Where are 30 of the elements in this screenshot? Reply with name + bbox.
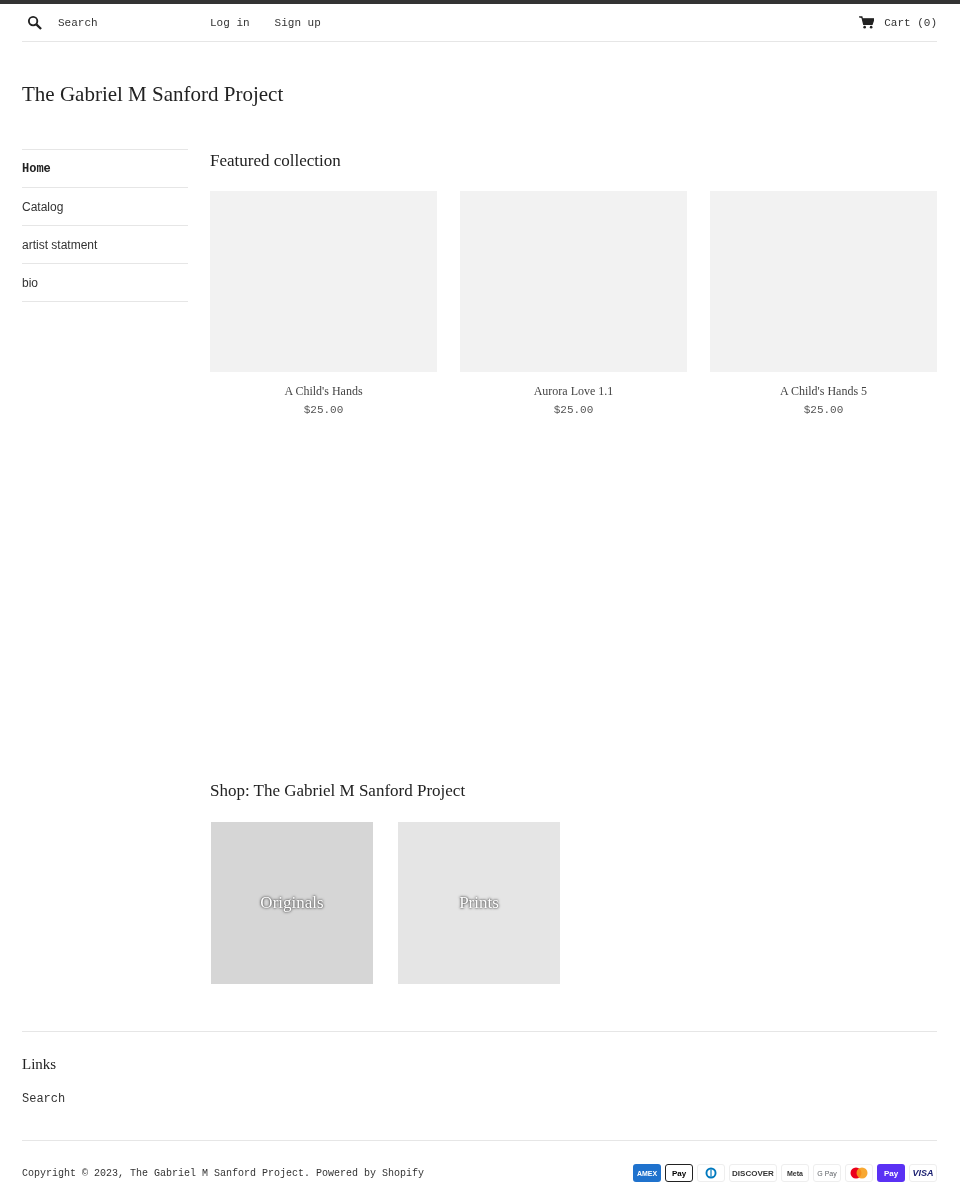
sidebar-item[interactable]: artist statment (22, 226, 188, 264)
sidebar-item[interactable]: Home (22, 150, 188, 188)
footer-link[interactable]: Search (22, 1092, 66, 1106)
search-field[interactable]: Search (58, 16, 188, 29)
cart-icon[interactable] (859, 16, 875, 29)
copyright-text: Copyright © 2023, The Gabriel M Sanford Project. Powered by Shopify (22, 1167, 426, 1179)
collection-tile[interactable]: Originals (211, 822, 373, 984)
collection-tile[interactable]: Prints (398, 822, 560, 984)
search-icon (27, 15, 42, 30)
product-price: $25.00 (803, 404, 844, 416)
sidebar-item[interactable]: Catalog (22, 188, 188, 226)
payment-badge: Pay (665, 1164, 693, 1182)
product-price: $25.00 (303, 404, 344, 416)
payment-badge: Pay (877, 1164, 905, 1182)
account-link[interactable]: Sign up (274, 16, 321, 29)
product-title[interactable]: A Child's Hands (284, 384, 363, 399)
section-heading: Featured collection (210, 151, 342, 171)
site-title[interactable]: The Gabriel M Sanford Project (22, 82, 937, 107)
footer-heading: Links (22, 1056, 58, 1073)
section-heading: Shop: The Gabriel M Sanford Project (210, 781, 467, 801)
sidebar-item[interactable]: bio (22, 264, 188, 302)
product-title[interactable]: Aurora Love 1.1 (533, 384, 614, 399)
payment-badge: VISA (909, 1164, 937, 1182)
payment-badge: DISCOVER (729, 1164, 777, 1182)
payment-icon (697, 1164, 725, 1182)
payment-icon (845, 1164, 873, 1182)
product-price: $25.00 (553, 404, 594, 416)
product-title[interactable]: A Child's Hands 5 (779, 384, 868, 399)
cart-link[interactable]: Cart (0) (884, 16, 937, 29)
account-link[interactable]: Log in (210, 16, 250, 29)
